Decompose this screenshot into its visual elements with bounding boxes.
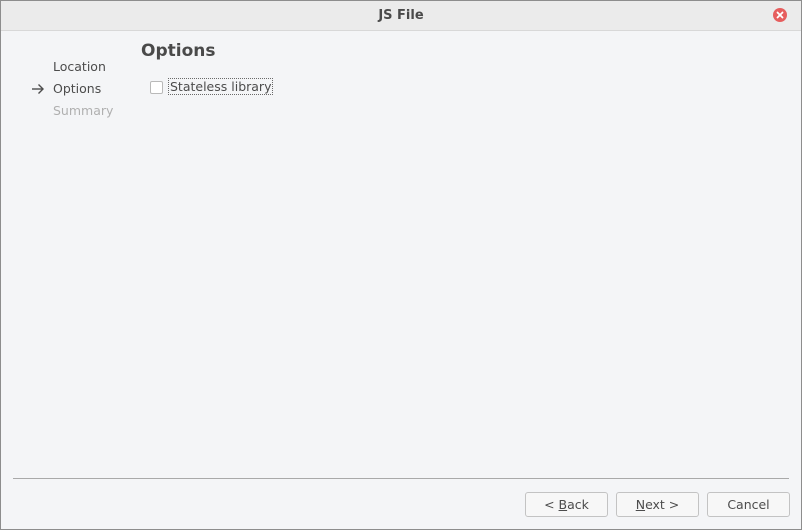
dialog-window: JS File Location Options Summary Options… <box>0 0 802 530</box>
close-icon <box>776 11 784 19</box>
next-mnemonic: N <box>635 497 646 512</box>
stateless-library-checkbox[interactable] <box>150 81 163 94</box>
back-mnemonic: B <box>558 497 568 512</box>
step-summary: Summary <box>31 102 131 124</box>
button-separator <box>13 478 789 479</box>
back-prefix: < <box>544 497 559 512</box>
back-rest: ack <box>567 497 589 512</box>
next-rest: ext > <box>645 497 680 512</box>
step-label: Options <box>53 81 102 96</box>
title-bar[interactable]: JS File <box>1 1 801 31</box>
close-button[interactable] <box>773 8 787 22</box>
cancel-button[interactable]: Cancel <box>707 492 790 517</box>
step-label: Location <box>53 59 106 74</box>
step-location: Location <box>31 58 131 80</box>
arrow-right-icon <box>32 84 44 94</box>
window-title: JS File <box>378 8 424 23</box>
wizard-steps: Location Options Summary <box>31 58 131 124</box>
stateless-library-label[interactable]: Stateless library <box>167 78 274 95</box>
page-title: Options <box>141 41 216 61</box>
back-button[interactable]: < Back <box>525 492 608 517</box>
step-options: Options <box>31 80 131 102</box>
step-label: Summary <box>53 103 114 118</box>
next-button[interactable]: Next > <box>616 492 699 517</box>
